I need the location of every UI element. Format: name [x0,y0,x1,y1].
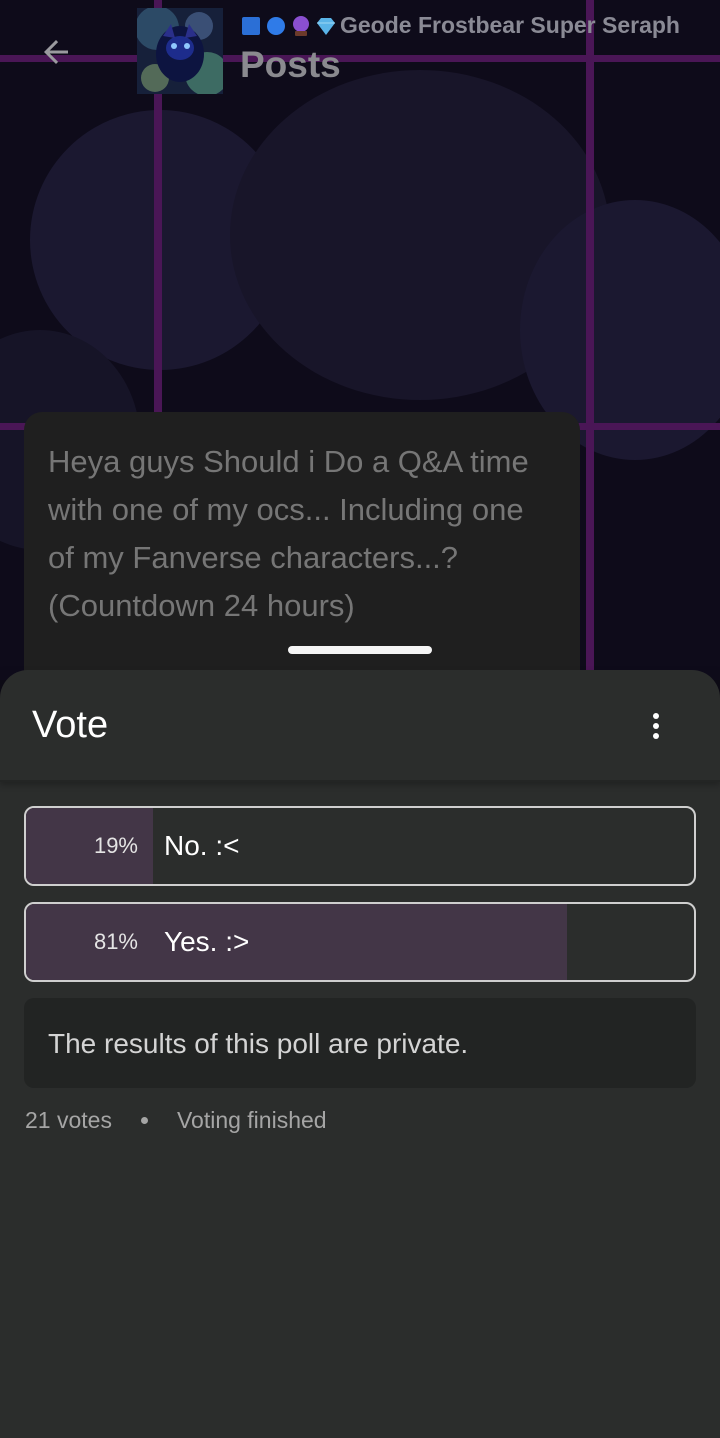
poll-option-label: No. :< [164,830,240,861]
poll-option-no[interactable]: 19% No. :< [24,806,696,886]
sheet-header: Vote [0,670,720,782]
more-options-button[interactable] [636,706,676,746]
community-name-text: Geode Frostbear Super Seraph [340,12,680,38]
back-button[interactable] [30,28,82,76]
more-vertical-icon [653,713,659,719]
blue-circle-icon [267,16,285,35]
crystal-ball-icon [293,15,309,36]
poll-option-label: Yes. :> [164,926,250,957]
poll-option-yes[interactable]: 81% Yes. :> [24,902,696,982]
sheet-drag-handle[interactable] [288,646,432,654]
community-avatar[interactable] [137,8,223,94]
community-name: Geode Frostbear Super Seraph [240,12,690,39]
page-title: Posts [240,44,341,85]
private-results-text: The results of this poll are private. [48,1028,469,1059]
poll-option-percent: 81% [93,929,138,954]
back-arrow-icon [44,40,68,64]
sheet-title: Vote [32,704,109,746]
private-results-notice: The results of this poll are private. [24,998,696,1088]
post-text: Heya guys Should i Do a Q&A time with on… [48,444,529,623]
voting-status: Voting finished [176,1106,327,1133]
vote-count: 21 votes [25,1106,112,1133]
gem-icon [317,17,335,35]
poll-option-percent: 19% [93,833,138,858]
poll-meta: 21 votes Voting finished [25,1104,327,1136]
screen: Geode Frostbear Super Seraph Posts Heya … [0,0,720,1438]
blue-square-icon [242,16,260,35]
separator-dot [140,1116,148,1124]
